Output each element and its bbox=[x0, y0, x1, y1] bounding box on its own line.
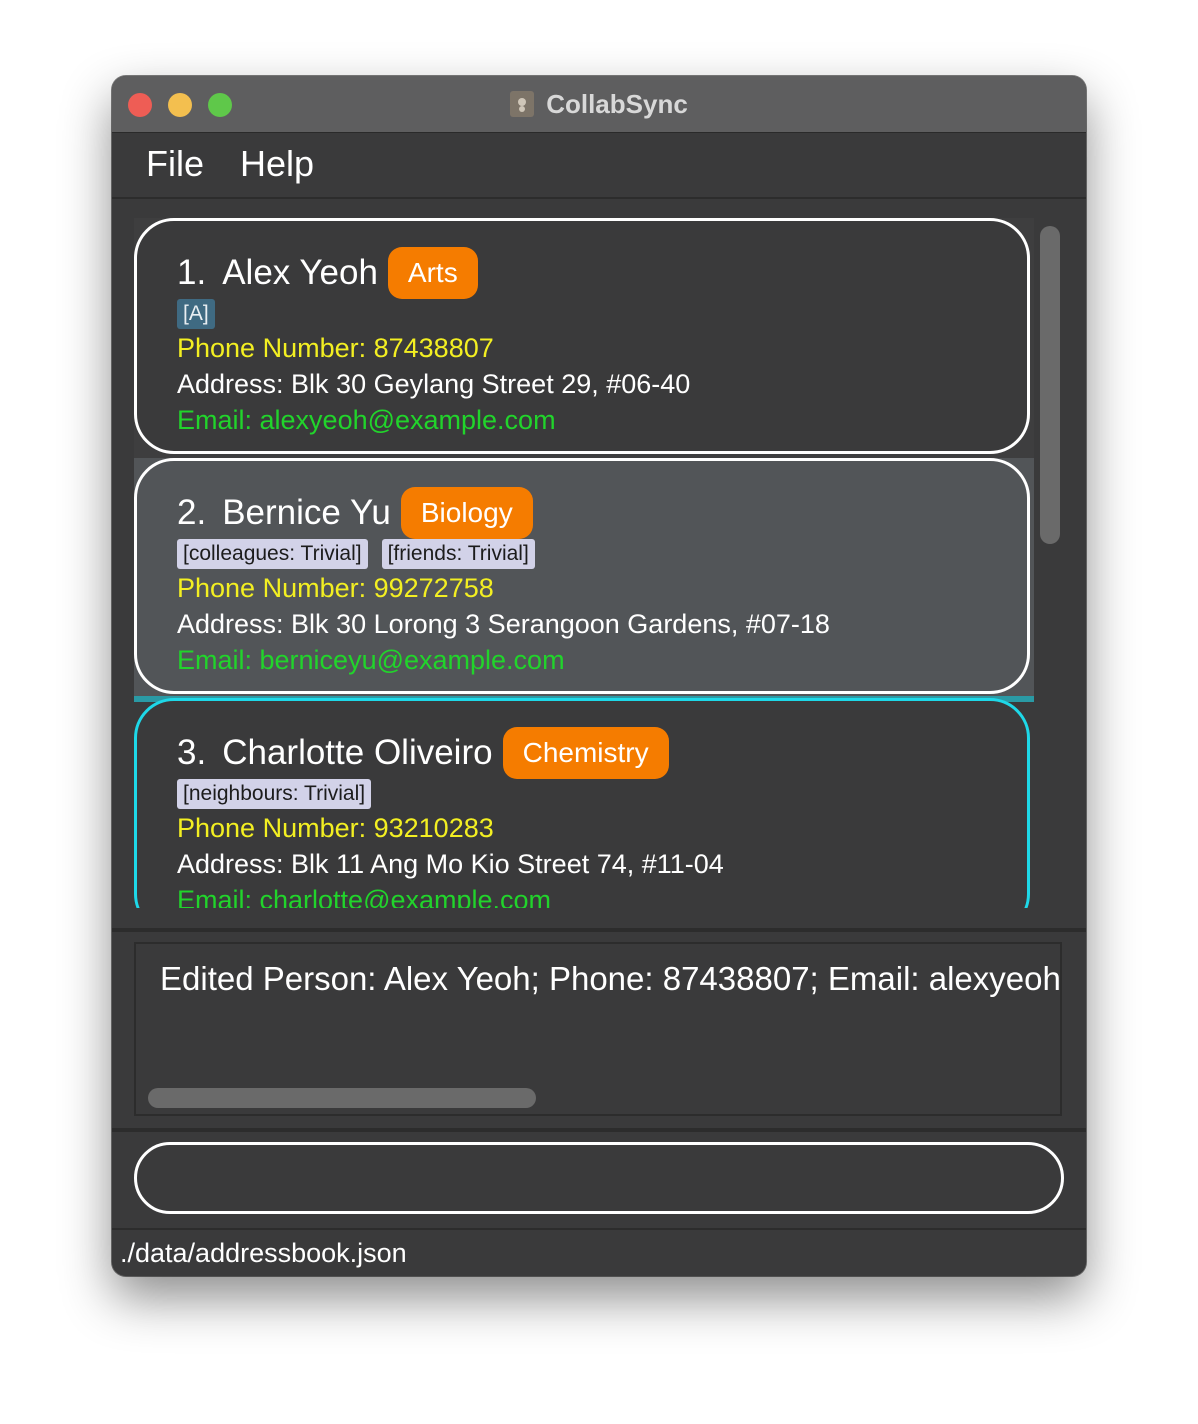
person-index: 1. bbox=[177, 253, 207, 292]
subject-badge: Chemistry bbox=[502, 727, 669, 779]
result-display: Edited Person: Alex Yeoh; Phone: 8743880… bbox=[134, 942, 1062, 1116]
person-name: Bernice Yu bbox=[222, 493, 391, 532]
person-phone: Phone Number: 93210283 bbox=[177, 813, 494, 843]
menu-help[interactable]: Help bbox=[240, 143, 314, 185]
person-phone: Phone Number: 99272758 bbox=[177, 573, 494, 603]
person-phone: Phone Number: 87438807 bbox=[177, 333, 494, 363]
tag: [neighbours: Trivial] bbox=[177, 779, 372, 809]
person-name: Charlotte Oliveiro bbox=[222, 733, 493, 772]
person-address: Address: Blk 30 Geylang Street 29, #06-4… bbox=[177, 369, 691, 399]
list-vertical-scrollbar[interactable] bbox=[1040, 226, 1060, 544]
window-title: CollabSync bbox=[112, 76, 1086, 132]
result-text: Edited Person: Alex Yeoh; Phone: 8743880… bbox=[160, 960, 1061, 997]
divider bbox=[112, 1128, 1086, 1132]
app-window: CollabSync File Help 1. Alex Yeoh Arts [… bbox=[112, 76, 1086, 1276]
person-header: 3. Charlotte Oliveiro Chemistry bbox=[177, 727, 669, 779]
person-list[interactable]: 1. Alex Yeoh Arts [A] Phone Number: 8743… bbox=[134, 218, 1034, 908]
title-bar: CollabSync bbox=[112, 76, 1086, 133]
save-location: ./data/addressbook.json bbox=[120, 1238, 407, 1268]
person-email: Email: alexyeoh@example.com bbox=[177, 405, 556, 435]
tag-list: [neighbours: Trivial] bbox=[177, 779, 372, 809]
person-card[interactable]: 1. Alex Yeoh Arts [A] Phone Number: 8743… bbox=[134, 218, 1030, 454]
person-index: 3. bbox=[177, 733, 207, 772]
person-index: 2. bbox=[177, 493, 207, 532]
person-card-focused[interactable]: 3. Charlotte Oliveiro Chemistry [neighbo… bbox=[134, 698, 1030, 908]
person-header: 1. Alex Yeoh Arts bbox=[177, 247, 478, 299]
tag-list: [colleagues: Trivial] [friends: Trivial] bbox=[177, 539, 535, 569]
tag-list: [A] bbox=[177, 299, 215, 329]
subject-badge: Arts bbox=[387, 247, 478, 299]
person-email: Email: berniceyu@example.com bbox=[177, 645, 565, 675]
tag: [A] bbox=[177, 299, 215, 329]
tag: [colleagues: Trivial] bbox=[177, 539, 368, 569]
tag: [friends: Trivial] bbox=[381, 539, 535, 569]
menu-file[interactable]: File bbox=[146, 143, 204, 185]
status-bar: ./data/addressbook.json bbox=[112, 1228, 1086, 1276]
menu-bar: File Help bbox=[112, 133, 1086, 199]
subject-badge: Biology bbox=[400, 487, 533, 539]
addressbook-icon bbox=[510, 91, 535, 117]
person-email: Email: charlotte@example.com bbox=[177, 885, 552, 908]
person-address: Address: Blk 30 Lorong 3 Serangoon Garde… bbox=[177, 609, 830, 639]
person-header: 2. Bernice Yu Biology bbox=[177, 487, 533, 539]
divider bbox=[112, 928, 1086, 932]
command-input[interactable] bbox=[161, 1155, 1035, 1203]
window-title-text: CollabSync bbox=[546, 88, 688, 119]
person-name: Alex Yeoh bbox=[222, 253, 378, 292]
command-box[interactable] bbox=[134, 1142, 1064, 1214]
result-horizontal-scrollbar[interactable] bbox=[148, 1088, 536, 1108]
person-address: Address: Blk 11 Ang Mo Kio Street 74, #1… bbox=[177, 849, 724, 879]
person-card-selected[interactable]: 2. Bernice Yu Biology [colleagues: Trivi… bbox=[134, 458, 1030, 694]
